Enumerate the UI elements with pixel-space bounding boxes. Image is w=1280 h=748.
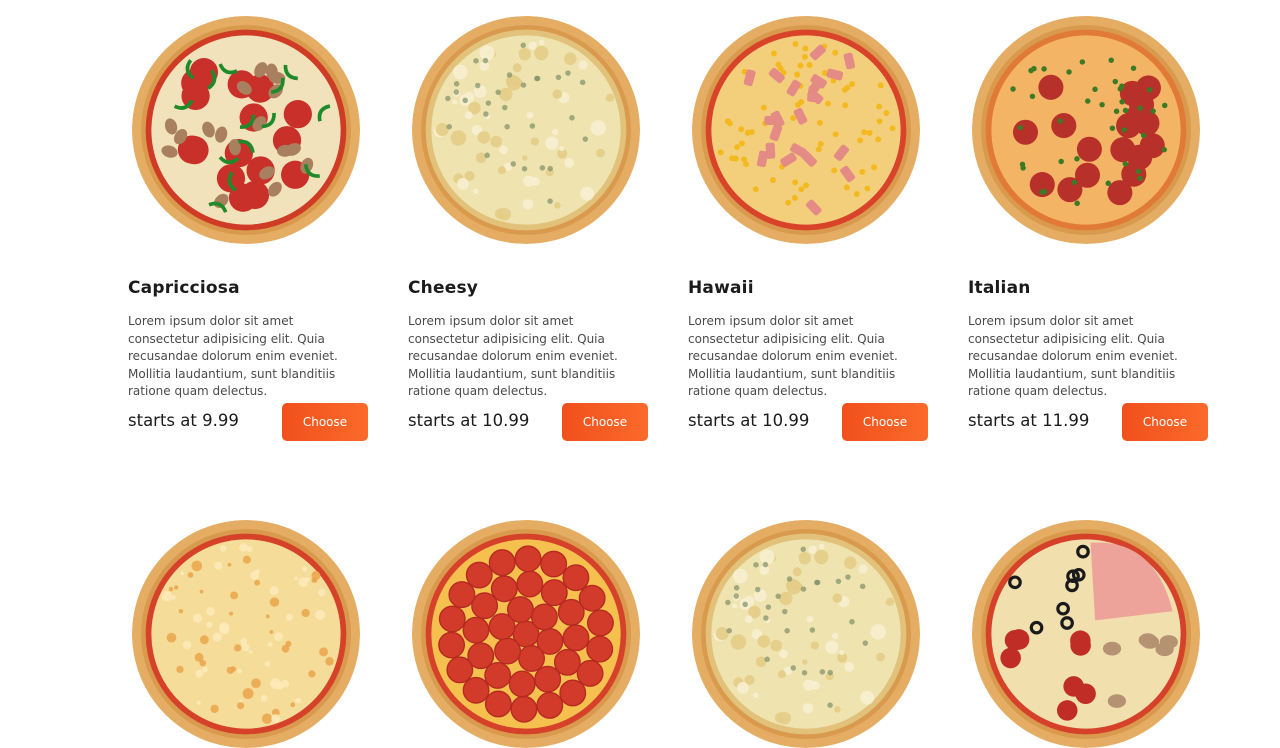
pizza-description: Lorem ipsum dolor sit amet consectetur a… [968, 314, 1178, 398]
pizza-image-cheesy [412, 16, 640, 244]
choose-button[interactable]: Choose [842, 403, 928, 441]
pizza-image-capricciosa [132, 16, 360, 244]
pizza-image-quattro-stagioni [972, 520, 1200, 748]
choose-button[interactable]: Choose [562, 403, 648, 441]
pizza-image-margherita [132, 520, 360, 748]
pizza-price: starts at 11.99 [968, 411, 1090, 430]
pizza-image-pepperoni [412, 520, 640, 748]
pizza-name: Capricciosa [128, 278, 240, 298]
pizza-name: Italian [968, 278, 1031, 298]
pizza-image-hawaii [692, 16, 920, 244]
pizza-description: Lorem ipsum dolor sit amet consectetur a… [408, 314, 618, 398]
choose-button[interactable]: Choose [1122, 403, 1208, 441]
pizza-image-four-cheese [692, 520, 920, 748]
pizza-image-italian [972, 16, 1200, 244]
pizza-price: starts at 9.99 [128, 411, 239, 430]
pizza-description: Lorem ipsum dolor sit amet consectetur a… [688, 314, 898, 398]
pizza-name: Hawaii [688, 278, 754, 298]
pizza-price: starts at 10.99 [408, 411, 530, 430]
pizza-name: Cheesy [408, 278, 479, 298]
pizza-price: starts at 10.99 [688, 411, 810, 430]
pizza-description: Lorem ipsum dolor sit amet consectetur a… [128, 314, 338, 398]
choose-button[interactable]: Choose [282, 403, 368, 441]
